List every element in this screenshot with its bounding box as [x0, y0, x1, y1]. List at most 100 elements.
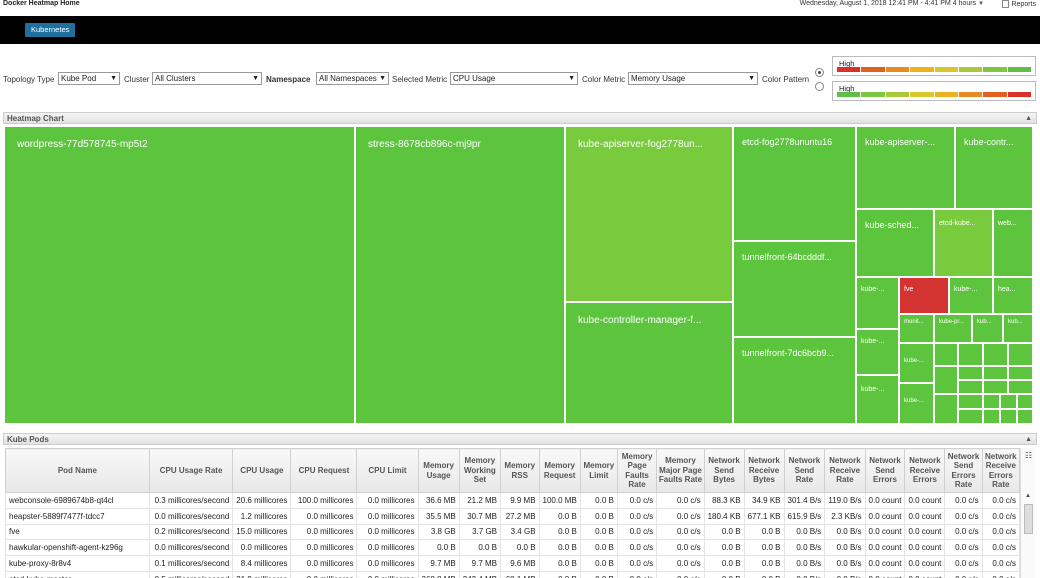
heatmap-cell[interactable]: kube-apiserver-...: [856, 126, 955, 209]
color-pattern-option-1[interactable]: High: [832, 56, 1036, 76]
heatmap-cell[interactable]: [934, 366, 958, 394]
table-cell: 0.3 millicores/second: [148, 492, 234, 509]
table-cell: 0.0 millicores: [290, 523, 358, 541]
scrollbar-thumb[interactable]: [1024, 504, 1033, 534]
table-row[interactable]: webconsole-6989674b8-qt4cl 0.3 millicores…: [5, 492, 1020, 509]
column-header[interactable]: Network Receive Bytes: [743, 448, 785, 493]
heatmap-cell[interactable]: wordpress-77d578745-mp5t2: [4, 126, 355, 424]
column-header[interactable]: Network Receive Errors Rate: [981, 448, 1020, 493]
heatmap-cell[interactable]: [1000, 409, 1017, 424]
color-pattern-radio-1[interactable]: [815, 68, 824, 77]
kube-pods-table: Pod Name CPU Usage Rate CPU Usage CPU Reque…: [5, 448, 1020, 578]
heatmap-cell[interactable]: monit...: [899, 314, 934, 343]
reports-link[interactable]: Reports: [1002, 0, 1036, 8]
heatmap-cell[interactable]: [958, 366, 983, 380]
heatmap-cell[interactable]: kube-...: [899, 343, 934, 383]
heatmap-cell[interactable]: tunnelfront-7dc6bcb9...: [733, 337, 856, 424]
column-header[interactable]: Network Receive Rate: [824, 448, 866, 493]
color-metric-select[interactable]: Memory Usage ▼: [628, 72, 758, 85]
column-header[interactable]: CPU Request: [290, 448, 358, 493]
color-pattern-radio-2[interactable]: [815, 82, 824, 91]
heatmap-cell[interactable]: hea...: [993, 277, 1033, 314]
heatmap-cell[interactable]: fve: [899, 277, 949, 314]
tab-kubernetes[interactable]: Kubernetes: [25, 23, 76, 37]
heatmap-cell[interactable]: [1017, 394, 1033, 409]
column-header[interactable]: Network Send Rate: [783, 448, 826, 493]
column-header[interactable]: Network Receive Errors: [904, 448, 946, 493]
column-header[interactable]: Network Send Bytes: [703, 448, 745, 493]
heatmap-cell[interactable]: stress-8678cb896c-mj9pr: [355, 126, 565, 424]
heatmap-cell[interactable]: kube-...: [899, 383, 934, 424]
heatmap-cell[interactable]: [958, 380, 983, 394]
table-cell: 0.0 B: [458, 539, 502, 557]
selected-metric-select[interactable]: CPU Usage ▼: [450, 72, 578, 85]
heatmap-cell[interactable]: kube-...: [856, 329, 899, 375]
column-header[interactable]: Network Send Errors Rate: [944, 448, 983, 493]
heatmap-cell[interactable]: [983, 380, 1008, 394]
table-cell: 0.0 B/s: [783, 539, 826, 557]
table-row[interactable]: hawkular-openshift-agent-kz96g 0.0 millic…: [5, 539, 1020, 557]
column-header[interactable]: Memory RSS: [500, 448, 540, 493]
column-header[interactable]: CPU Limit: [356, 448, 419, 493]
column-header[interactable]: CPU Usage Rate: [148, 448, 234, 493]
heatmap-cell[interactable]: [1017, 409, 1033, 424]
column-header[interactable]: Memory Request: [538, 448, 581, 493]
heatmap-cell[interactable]: kube-sched...: [856, 209, 934, 277]
table-row[interactable]: etcd-kube-master0.5 millicores/second31.…: [5, 570, 1020, 578]
heatmap-cell[interactable]: [983, 343, 1008, 366]
columns-icon[interactable]: ☷: [1025, 451, 1032, 460]
time-range-selector[interactable]: Wednesday, August 1, 2018 12:41 PM - 4:4…: [800, 0, 984, 7]
heatmap-cell[interactable]: kub...: [1003, 314, 1033, 343]
heatmap-cell[interactable]: etcd-fog2778ununtu16: [733, 126, 856, 241]
topology-type-select[interactable]: Kube Pod ▼: [58, 72, 120, 85]
heatmap-cell[interactable]: [958, 394, 983, 409]
heatmap-cell[interactable]: [1008, 366, 1033, 380]
column-header[interactable]: Memory Major Page Faults Rate: [656, 448, 705, 493]
table-cell: 0.0 B: [417, 539, 460, 557]
table-cell: 0.1 millicores/second: [148, 555, 234, 572]
table-row[interactable]: heapster-5889f7477f-tdcc7 0.0 millicores/…: [5, 507, 1020, 525]
heatmap-cell[interactable]: [934, 394, 958, 424]
table-row[interactable]: fve 0.2 millicores/second 15.0 millicores 0…: [5, 523, 1020, 541]
heatmap-cell[interactable]: kube-...: [856, 375, 899, 424]
column-header[interactable]: Network Send Errors: [864, 448, 906, 493]
color-pattern-option-2[interactable]: High: [832, 81, 1036, 101]
column-header[interactable]: Memory Working Set: [458, 448, 502, 493]
heatmap-cell[interactable]: [958, 409, 983, 424]
heatmap-cell[interactable]: kube-apiserver-fog2778un...: [565, 126, 733, 302]
namespace-select[interactable]: All Namespaces ▼: [316, 72, 389, 85]
pod-name-cell: heapster-5889f7477f-tdcc7: [5, 507, 150, 525]
heatmap-cell[interactable]: [983, 394, 1000, 409]
heatmap-cell[interactable]: kube-pr...: [934, 314, 972, 343]
heatmap-cell[interactable]: kube-contr...: [955, 126, 1033, 209]
column-header[interactable]: Memory Limit: [579, 448, 618, 493]
collapse-icon[interactable]: ▲: [1025, 113, 1032, 124]
heatmap-cell[interactable]: [1008, 343, 1033, 366]
heatmap-cell[interactable]: [958, 343, 983, 366]
collapse-icon[interactable]: ▲: [1025, 434, 1032, 445]
heatmap-cell[interactable]: kube-controller-manager-f...: [565, 302, 733, 424]
table-cell: 0.0 c/s: [981, 507, 1020, 525]
column-header[interactable]: CPU Usage: [232, 448, 292, 493]
heatmap-cell[interactable]: [983, 366, 1008, 380]
cluster-select[interactable]: All Clusters ▼: [152, 72, 262, 85]
heatmap-cell[interactable]: [934, 343, 958, 366]
chevron-down-icon: ▼: [748, 75, 755, 82]
heatmap-cell[interactable]: web...: [993, 209, 1033, 277]
table-row[interactable]: kube-proxy-8r8v4 0.1 millicores/second 8.4…: [5, 555, 1020, 572]
heatmap-cell[interactable]: [1000, 394, 1017, 409]
heatmap-cell[interactable]: tunnelfront-64bcdddf...: [733, 241, 856, 337]
column-header[interactable]: Memory Page Faults Rate: [616, 448, 658, 493]
heatmap-cell[interactable]: etcd-kube...: [934, 209, 993, 277]
table-scrollbar[interactable]: ☷ ▲: [1020, 448, 1035, 578]
heatmap-cell[interactable]: kub...: [972, 314, 1003, 343]
gradient-segment: [934, 67, 958, 72]
column-header[interactable]: Memory Usage: [417, 448, 460, 493]
column-header[interactable]: Pod Name: [5, 448, 150, 493]
heatmap-cell[interactable]: kube-...: [856, 277, 899, 329]
heatmap-cell[interactable]: [1008, 380, 1033, 394]
heatmap-cell[interactable]: kube-...: [949, 277, 993, 314]
table-cell: 0.0 c/s: [656, 555, 705, 572]
scroll-up-icon[interactable]: ▲: [1025, 493, 1031, 499]
heatmap-cell[interactable]: [983, 409, 1000, 424]
